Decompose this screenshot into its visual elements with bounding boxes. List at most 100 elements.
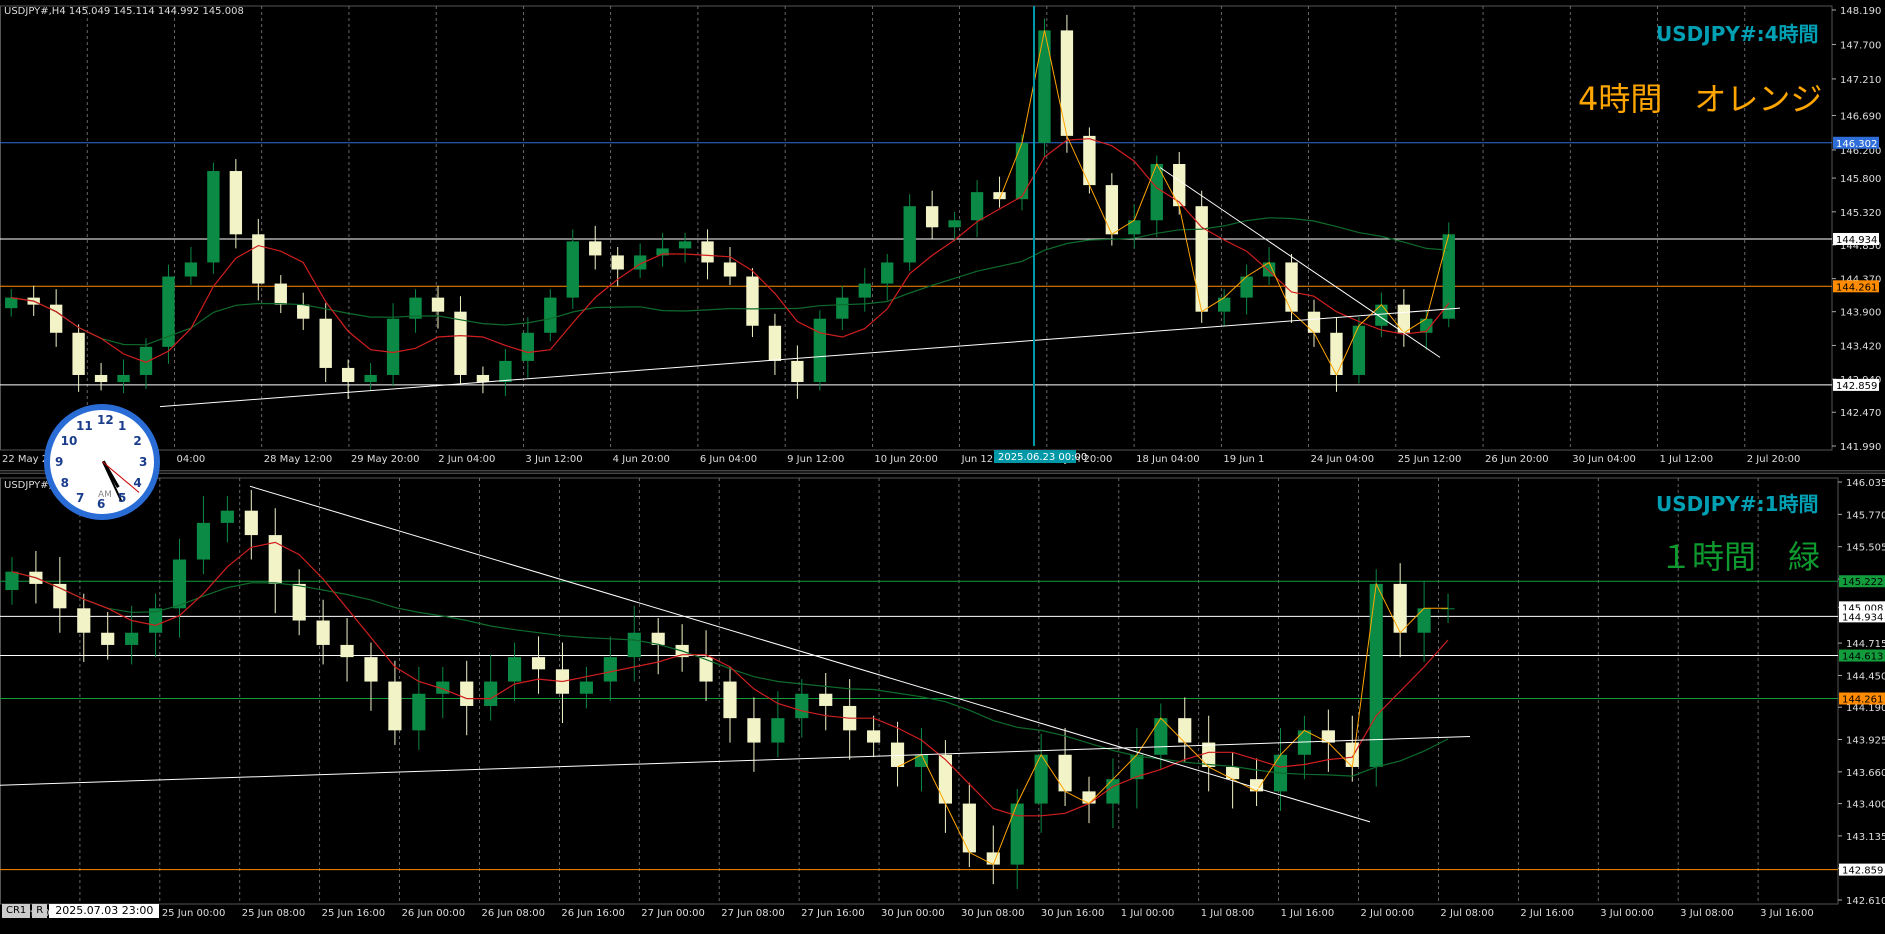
price-tag-label: 142.859 bbox=[1842, 866, 1883, 877]
clock-number: 10 bbox=[60, 434, 78, 448]
candle-body bbox=[723, 262, 737, 277]
x-tick-label: 3 Jun 12:00 bbox=[525, 454, 582, 465]
x-tick-label: 1 Jul 00:00 bbox=[1121, 908, 1175, 919]
h4-chart-canvas[interactable]: 148.190147.700147.210146.690146.200145.8… bbox=[0, 0, 1885, 470]
candle-body bbox=[117, 374, 130, 383]
candle-body bbox=[184, 262, 198, 277]
candle-body bbox=[1128, 220, 1141, 235]
x-tick-label: 2 Jul 16:00 bbox=[1520, 908, 1574, 919]
candle-body bbox=[319, 318, 332, 368]
candle-body bbox=[207, 171, 220, 263]
x-tick-label: 4 Jun 20:00 bbox=[613, 454, 670, 465]
y-tick-label: 145.320 bbox=[1840, 208, 1881, 219]
candle-body bbox=[611, 255, 624, 270]
candle-body bbox=[508, 657, 522, 682]
x-tick-label: 6 Jun 04:00 bbox=[700, 454, 757, 465]
x-tick-label: 28 May 12:00 bbox=[264, 454, 333, 465]
clock-number: 12 bbox=[97, 413, 114, 427]
price-tag-label: 144.613 bbox=[1842, 652, 1883, 663]
clock-widget[interactable]: AM 12 1 2 3 4 5 6 7 8 9 10 11 bbox=[44, 404, 160, 520]
candle-body bbox=[94, 374, 108, 383]
candle-body bbox=[49, 304, 63, 333]
x-tick-label: 2 Jul 20:00 bbox=[1747, 454, 1801, 465]
clock-number: 7 bbox=[76, 491, 85, 506]
x-tick-label: 30 Jun 16:00 bbox=[1041, 908, 1105, 919]
x-tick-label: 2 Jun 04:00 bbox=[438, 454, 495, 465]
x-tick-label: 2 Jul 00:00 bbox=[1361, 908, 1415, 919]
candle-body bbox=[531, 657, 546, 670]
h1-chart-pane[interactable]: 146.035145.770145.505145.240145.008144.7… bbox=[0, 474, 1885, 922]
candle-body bbox=[1058, 754, 1072, 792]
y-tick-label: 143.420 bbox=[1840, 341, 1881, 352]
y-tick-label: 143.900 bbox=[1840, 308, 1881, 319]
h4-chart-pane[interactable]: 148.190 147.700 147.210 146.690 146.200 145.8… bbox=[0, 0, 1885, 470]
candle-body bbox=[101, 632, 115, 645]
candle-body bbox=[701, 241, 714, 263]
x-tick-label: 30 Jun 04:00 bbox=[1572, 454, 1636, 465]
tab-cr1[interactable]: CR1 bbox=[2, 904, 31, 918]
candle-body bbox=[819, 693, 833, 706]
trend-line bbox=[159, 307, 1461, 408]
candle-body bbox=[364, 374, 377, 383]
x-tick-label: 19 Jun 1 bbox=[1223, 454, 1264, 465]
candle-body bbox=[388, 681, 402, 731]
zigzag-line bbox=[897, 582, 1448, 866]
y-tick-label: 146.690 bbox=[1840, 111, 1881, 122]
h4-chart-label: 4時間 オレンジ bbox=[1578, 80, 1823, 118]
candle-body bbox=[603, 657, 617, 682]
candle-body bbox=[172, 559, 187, 609]
x-tick-label: 3 Jul 00:00 bbox=[1600, 908, 1654, 919]
candle-body bbox=[858, 283, 871, 298]
y-tick-label: 145.770 bbox=[1846, 510, 1885, 521]
x-tick-label: 9 Jun 12:00 bbox=[787, 454, 844, 465]
candle-body bbox=[925, 206, 939, 228]
candle-body bbox=[341, 367, 355, 383]
clock-number: 9 bbox=[55, 455, 64, 469]
y-tick-label: 147.210 bbox=[1840, 75, 1881, 86]
clock-number: 1 bbox=[118, 418, 127, 433]
y-tick-label: 142.470 bbox=[1840, 408, 1881, 419]
y-tick-label: 141.990 bbox=[1840, 442, 1881, 453]
candle-body bbox=[1393, 583, 1407, 633]
x-tick-label: 25 Jun 12:00 bbox=[1398, 454, 1462, 465]
x-tick-label: 3 Jul 16:00 bbox=[1760, 908, 1814, 919]
tab-r[interactable]: R bbox=[32, 904, 48, 918]
candle-body bbox=[499, 360, 512, 383]
candle-body bbox=[274, 283, 287, 305]
candle-body bbox=[5, 297, 18, 309]
candle-body bbox=[544, 297, 557, 333]
price-tag-label: 142.859 bbox=[1836, 381, 1877, 392]
clock-number: 6 bbox=[97, 497, 106, 511]
candle-body bbox=[1106, 779, 1120, 804]
price-tag-label: 144.934 bbox=[1836, 235, 1877, 246]
price-tag-label: 144.934 bbox=[1842, 612, 1883, 623]
clock-number: 5 bbox=[118, 491, 127, 506]
y-tick-label: 145.505 bbox=[1846, 543, 1885, 554]
candle-body bbox=[747, 718, 761, 743]
h1-chart-title: USDJPY#:1時間 bbox=[1656, 492, 1819, 516]
candle-body bbox=[229, 171, 243, 235]
candle-body bbox=[948, 220, 961, 228]
candle-body bbox=[521, 332, 535, 361]
candle-body bbox=[77, 608, 91, 633]
candle-body bbox=[1417, 608, 1431, 633]
x-tick-label: 27 Jun 16:00 bbox=[801, 908, 865, 919]
candle-body bbox=[1083, 135, 1096, 186]
h4-info-line: USDJPY#,H4 145.049 145.114 144.992 145.0… bbox=[4, 6, 244, 17]
price-tag-label: 145.222 bbox=[1842, 577, 1883, 588]
y-tick-label: 142.610 bbox=[1846, 896, 1885, 907]
candle-body bbox=[5, 571, 19, 591]
candle-body bbox=[1178, 718, 1192, 743]
candle-body bbox=[678, 241, 692, 249]
candle-body bbox=[1217, 297, 1231, 312]
y-tick-label: 143.660 bbox=[1846, 768, 1885, 779]
candle-body bbox=[1105, 185, 1119, 235]
y-tick-label: 144.715 bbox=[1846, 639, 1885, 650]
price-tag-label: 144.261 bbox=[1842, 695, 1883, 706]
trend-line bbox=[0, 735, 1471, 786]
candle-body bbox=[1330, 332, 1343, 375]
candle-body bbox=[1352, 325, 1366, 375]
candle-body bbox=[890, 742, 905, 767]
h1-chart-canvas[interactable]: 146.035145.770145.505145.240145.008144.7… bbox=[0, 474, 1885, 922]
x-tick-label: 29 May 20:00 bbox=[351, 454, 420, 465]
